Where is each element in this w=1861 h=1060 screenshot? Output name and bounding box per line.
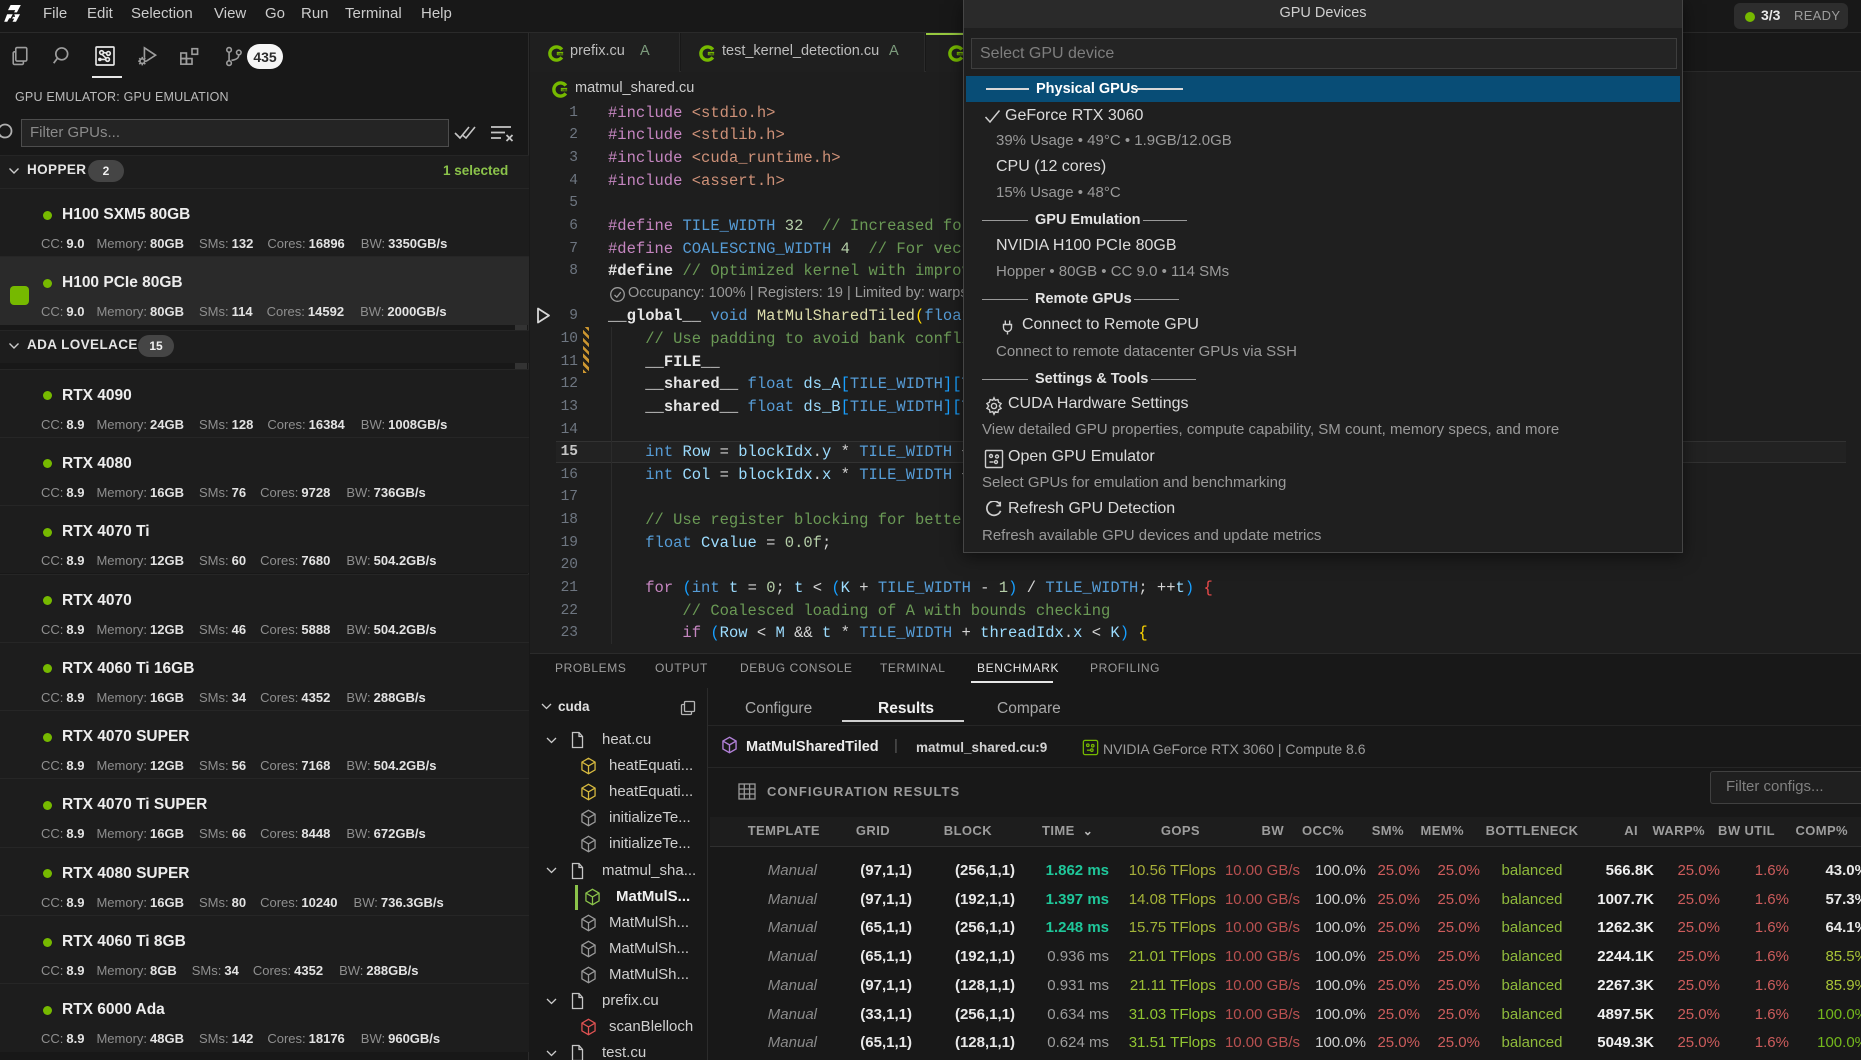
svg-text:UDA: UDA <box>558 52 564 56</box>
svg-text:UDA: UDA <box>709 52 715 56</box>
svg-text:UDA: UDA <box>562 88 568 92</box>
